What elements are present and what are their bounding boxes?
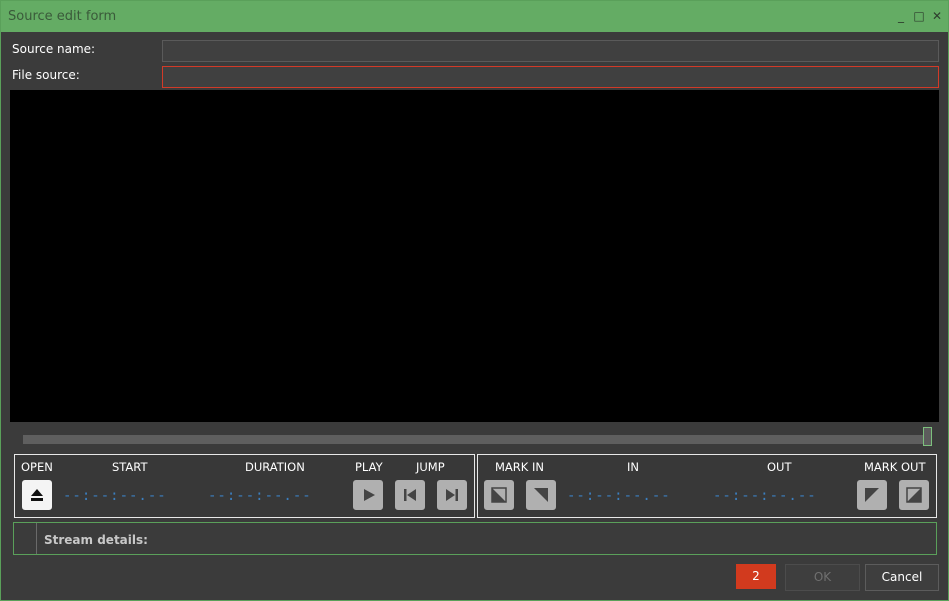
out-label: OUT [767, 460, 792, 474]
close-icon[interactable]: ✕ [929, 8, 945, 24]
file-source-label: File source: [12, 68, 80, 82]
play-icon [364, 489, 375, 501]
marking-panel: MARK IN IN OUT MARK OUT --:--:--.-- --:-… [477, 454, 937, 518]
stream-details-section[interactable]: Stream details: [13, 522, 937, 555]
source-edit-window: Source edit form _ □ ✕ Source name: File… [0, 0, 949, 601]
jump-label: JUMP [416, 460, 445, 474]
ok-button[interactable]: OK [785, 564, 860, 591]
seek-bar-thumb[interactable] [923, 427, 932, 446]
in-timecode: --:--:--.-- [567, 488, 671, 504]
jump-start-button[interactable] [395, 480, 425, 510]
go-to-in-icon [534, 488, 548, 502]
play-button[interactable] [353, 480, 383, 510]
maximize-icon[interactable]: □ [911, 8, 927, 24]
title-bar[interactable]: Source edit form _ □ ✕ [1, 1, 948, 32]
file-source-input[interactable] [162, 66, 939, 88]
cancel-button[interactable]: Cancel [865, 564, 939, 591]
in-label: IN [627, 460, 639, 474]
seek-bar[interactable] [23, 435, 931, 444]
mark-out-button[interactable] [899, 480, 929, 510]
eject-icon [31, 489, 43, 501]
duration-label: DURATION [245, 460, 305, 474]
source-name-input[interactable] [162, 40, 939, 62]
mark-out-label: MARK OUT [864, 460, 926, 474]
skip-forward-icon [446, 489, 458, 501]
go-to-out-icon [865, 488, 879, 502]
skip-back-icon [404, 489, 416, 501]
minimize-icon[interactable]: _ [893, 8, 909, 24]
start-timecode: --:--:--.-- [63, 488, 167, 504]
stream-details-label: Stream details: [44, 533, 148, 547]
mark-in-icon [491, 487, 507, 503]
video-preview [10, 90, 939, 422]
mark-in-button[interactable] [484, 480, 514, 510]
window-title: Source edit form [8, 9, 117, 24]
out-timecode: --:--:--.-- [713, 488, 817, 504]
open-label: OPEN [21, 460, 53, 474]
jump-end-button[interactable] [437, 480, 467, 510]
mark-in-label: MARK IN [495, 460, 544, 474]
error-count-badge[interactable]: 2 [736, 564, 776, 589]
go-to-in-button[interactable] [526, 480, 556, 510]
duration-timecode: --:--:--.-- [208, 488, 312, 504]
stream-details-divider [36, 523, 37, 554]
open-button[interactable] [22, 480, 52, 510]
source-name-label: Source name: [12, 42, 96, 56]
play-label: PLAY [355, 460, 383, 474]
playback-panel: OPEN START DURATION PLAY JUMP --:--:--.-… [14, 454, 475, 518]
go-to-out-button[interactable] [857, 480, 887, 510]
start-label: START [112, 460, 148, 474]
mark-out-icon [906, 487, 922, 503]
